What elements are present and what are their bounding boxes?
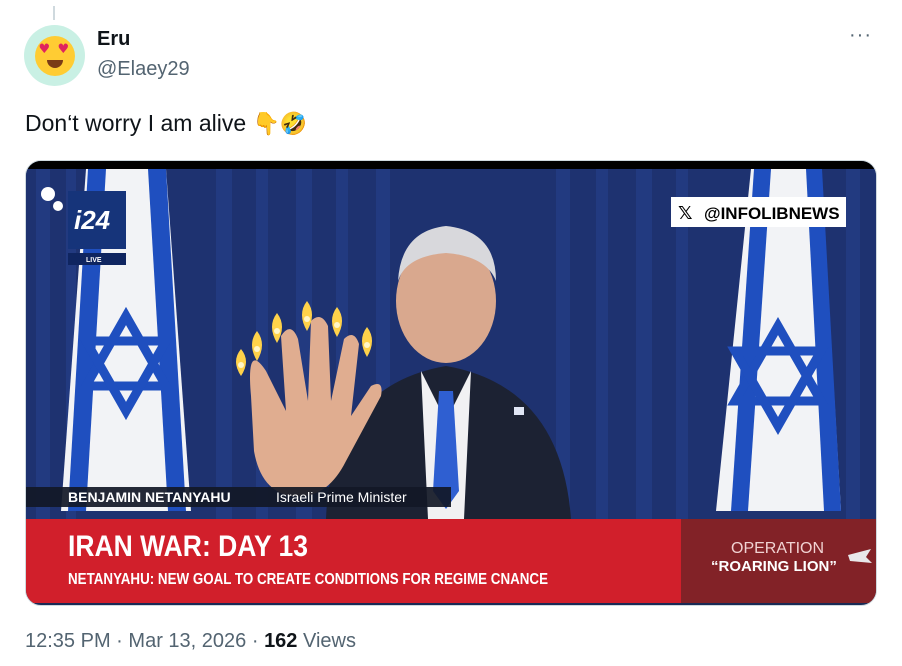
subheadline-text: NETANYAHU: NEW GOAL TO CREATE CONDITIONS…	[68, 571, 548, 588]
operation-name: “ROARING LION”	[711, 558, 837, 575]
top-bar	[26, 161, 876, 169]
heart-eyes-emoji-icon: ♥ ♥	[34, 35, 75, 76]
tweet-body: Don‘t worry I am alive	[25, 110, 247, 136]
headline-text: IRAN WAR: DAY 13	[68, 530, 308, 563]
lower-third-name: BENJAMIN NETANYAHU	[68, 489, 231, 505]
views-count: 162	[264, 630, 298, 652]
views-label: Views	[303, 630, 356, 652]
live-badge: LIVE	[86, 257, 102, 264]
tweet-media-image[interactable]: i24 LIVE 𝕏 @INFOLIBNEWS BENJAMIN NETANYA…	[25, 160, 877, 606]
tweet-text: Don‘t worry I am alive 👇🤣	[25, 110, 307, 137]
watermark: 𝕏 @INFOLIBNEWS	[671, 197, 846, 227]
meta-separator: ·	[251, 630, 259, 652]
channel-logo-text: i24	[74, 205, 111, 235]
x-logo-icon: 𝕏	[678, 203, 693, 224]
tweet-date[interactable]: Mar 13, 2026	[128, 630, 246, 652]
tweet-time[interactable]: 12:35 PM	[25, 630, 111, 652]
operation-label: OPERATION	[731, 540, 824, 557]
author-display-name[interactable]: Eru	[97, 28, 130, 51]
meta-separator: ·	[116, 630, 123, 652]
tweet-meta: 12:35 PM · Mar 13, 2026 · 162 Views	[25, 630, 356, 653]
watermark-text: @INFOLIBNEWS	[704, 204, 840, 223]
more-dots-icon[interactable]: ···	[849, 24, 872, 47]
pointing-down-emoji-icon: 👇	[252, 112, 280, 138]
thread-connector	[53, 6, 55, 20]
lower-third-role: Israeli Prime Minister	[276, 489, 407, 505]
rofl-emoji-icon: 🤣	[279, 112, 308, 138]
author-handle[interactable]: @Elaey29	[97, 58, 190, 81]
media-svg: i24 LIVE 𝕏 @INFOLIBNEWS BENJAMIN NETANYA…	[26, 161, 876, 603]
avatar[interactable]: ♥ ♥	[24, 25, 85, 86]
